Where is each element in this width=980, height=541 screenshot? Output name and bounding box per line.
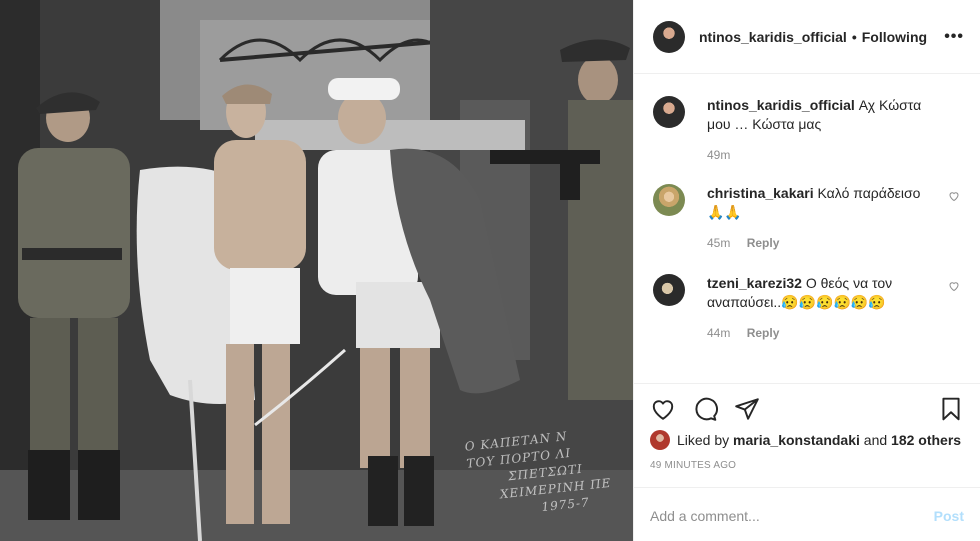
follow-status-button[interactable]: Following [862,29,927,45]
liker-avatar[interactable] [650,430,670,450]
comment-composer: Post [634,487,980,541]
post-photo[interactable]: Ο ΚΑΠΕΤΑΝ Ν ΤΟΥ ΠΟΡΤΟ ΛΙ ΣΠΕΤΣΩΤΙ ΧΕΙΜΕΡ… [0,0,633,541]
heart-icon[interactable] [650,396,676,422]
likes-others-link[interactable]: 182 others [891,432,961,448]
post-timestamp[interactable]: 49 MINUTES AGO [650,460,964,471]
reply-button[interactable]: Reply [747,326,780,340]
likes-summary: Liked by maria_konstandaki and 182 other… [650,430,964,450]
author-username[interactable]: ntinos_karidis_official [699,29,847,45]
comment-username[interactable]: christina_kakari [707,185,814,201]
like-comment-heart-icon[interactable] [948,280,960,292]
comments-list: ntinos_karidis_official Αχ Κώστα μου … Κ… [634,74,980,383]
share-icon[interactable] [734,396,760,422]
commenter-avatar[interactable] [653,274,685,306]
comment-icon[interactable] [692,396,718,422]
comment-username[interactable]: tzeni_karezi32 [707,275,802,291]
action-icons [650,394,964,424]
bookmark-icon[interactable] [938,396,964,422]
commenter-avatar[interactable] [653,184,685,216]
reply-button[interactable]: Reply [747,236,780,250]
comment-username[interactable]: ntinos_karidis_official [707,97,855,113]
author-avatar[interactable] [653,20,685,53]
comment-time[interactable]: 49m [707,148,730,162]
post-comment-button[interactable]: Post [934,508,964,524]
post-side-panel: ntinos_karidis_official • Following ••• … [633,0,980,541]
likes-middle: and [863,432,888,448]
more-options-icon[interactable]: ••• [944,28,964,46]
author-avatar[interactable] [653,96,685,128]
instagram-post-view: Ο ΚΑΠΕΤΑΝ Ν ΤΟΥ ΠΟΡΤΟ ΛΙ ΣΠΕΤΣΩΤΙ ΧΕΙΜΕΡ… [0,0,980,541]
liker-username[interactable]: maria_konstandaki [733,432,860,448]
comment-time[interactable]: 45m [707,236,730,250]
caption-comment: ntinos_karidis_official Αχ Κώστα μου … Κ… [653,96,964,162]
header-separator: • [851,28,857,45]
list-item: christina_kakari Καλό παράδεισο 🙏🙏 45m R… [653,184,964,250]
post-actions: Liked by maria_konstandaki and 182 other… [634,383,980,541]
like-comment-heart-icon[interactable] [948,190,960,202]
comment-time[interactable]: 44m [707,326,730,340]
list-item: tzeni_karezi32 Ο θεός να τον αναπαύσει..… [653,274,964,340]
add-comment-input[interactable] [650,507,934,524]
photo-handwriting: Ο ΚΑΠΕΤΑΝ Ν ΤΟΥ ΠΟΡΤΟ ΛΙ ΣΠΕΤΣΩΤΙ ΧΕΙΜΕΡ… [464,422,633,524]
likes-prefix: Liked by [677,432,730,448]
post-header: ntinos_karidis_official • Following ••• [634,0,980,74]
